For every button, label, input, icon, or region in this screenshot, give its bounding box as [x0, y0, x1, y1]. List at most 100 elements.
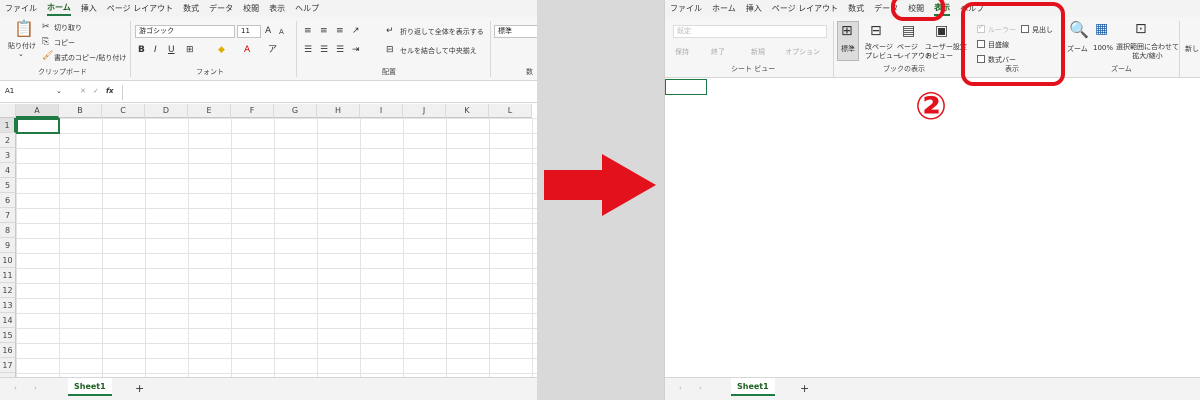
scroll-right-icon[interactable]: ›: [34, 384, 37, 392]
wrap-text-button[interactable]: 折り返して全体を表示する: [400, 27, 484, 37]
chevron-down-icon[interactable]: ⌄: [56, 87, 62, 95]
tab-view[interactable]: 表示: [269, 3, 285, 14]
row-header[interactable]: 11: [0, 268, 16, 283]
tab-formulas[interactable]: 数式: [183, 3, 199, 14]
row-header[interactable]: 9: [0, 238, 16, 253]
column-header[interactable]: J: [403, 104, 446, 118]
zoom-icon[interactable]: 🔍: [1069, 22, 1089, 38]
align-right-icon[interactable]: ☰: [336, 45, 344, 55]
row-header[interactable]: 13: [0, 298, 16, 313]
insert-function-button[interactable]: fx: [106, 87, 114, 95]
cell-area[interactable]: [16, 118, 537, 377]
font-grow-icon[interactable]: A: [265, 26, 271, 36]
zoom-to-selection-button[interactable]: 選択範囲に合わせて 拡大/縮小: [1116, 43, 1179, 61]
column-header[interactable]: G: [274, 104, 317, 118]
name-box[interactable]: A1: [2, 86, 64, 99]
tab-review[interactable]: 校閲: [243, 3, 259, 14]
font-shrink-icon[interactable]: A: [279, 27, 284, 37]
orientation-icon[interactable]: ↗: [352, 26, 360, 36]
add-sheet-button[interactable]: +: [800, 382, 809, 395]
paste-dropdown-icon[interactable]: ⌄: [18, 50, 24, 58]
cut-icon[interactable]: ✂: [42, 22, 50, 32]
fill-color-icon[interactable]: ◆: [218, 45, 225, 55]
sheet-view-options-button[interactable]: オプション: [785, 47, 820, 57]
tab-data[interactable]: データ: [209, 3, 233, 14]
row-header[interactable]: 12: [0, 283, 16, 298]
row-header[interactable]: 10: [0, 253, 16, 268]
worksheet-grid[interactable]: ABCDEFGHIJKL 123456789101112131415161718: [0, 104, 537, 377]
row-header[interactable]: 4: [0, 163, 16, 178]
sheet-view-select[interactable]: 既定: [673, 25, 827, 38]
active-cell-a1[interactable]: [16, 118, 60, 134]
add-sheet-button[interactable]: +: [135, 382, 144, 395]
sheet-view-exit-button[interactable]: 終了: [711, 47, 725, 57]
page-layout-icon[interactable]: ▤: [902, 24, 915, 38]
row-header[interactable]: 15: [0, 328, 16, 343]
align-bottom-icon[interactable]: ≡: [336, 26, 344, 36]
column-header[interactable]: B: [59, 104, 102, 118]
row-header[interactable]: 1: [0, 118, 16, 133]
tab-file[interactable]: ファイル: [670, 3, 702, 14]
row-header[interactable]: 2: [0, 133, 16, 148]
formula-input[interactable]: [124, 86, 537, 100]
phonetic-icon[interactable]: ア: [268, 45, 277, 55]
tab-page-layout[interactable]: ページ レイアウト: [107, 3, 173, 14]
column-header[interactable]: I: [360, 104, 403, 118]
tab-home[interactable]: ホーム: [712, 3, 736, 14]
custom-view-icon[interactable]: ▣: [935, 24, 948, 38]
paste-icon[interactable]: 📋: [14, 21, 34, 37]
scroll-right-icon[interactable]: ›: [699, 384, 702, 392]
column-header[interactable]: L: [489, 104, 532, 118]
scroll-left-icon[interactable]: ‹: [14, 384, 17, 392]
border-icon[interactable]: ⊞: [186, 45, 194, 55]
cancel-icon[interactable]: ✕: [80, 87, 86, 95]
row-header[interactable]: 16: [0, 343, 16, 358]
tab-insert[interactable]: 挿入: [746, 3, 762, 14]
underline-icon[interactable]: U: [168, 45, 175, 55]
column-header[interactable]: H: [317, 104, 360, 118]
wrap-text-icon[interactable]: ↵: [386, 26, 394, 36]
sheet-tab-sheet1[interactable]: Sheet1: [731, 378, 775, 396]
row-header[interactable]: 6: [0, 193, 16, 208]
copy-icon[interactable]: ⎘: [42, 37, 49, 47]
bold-icon[interactable]: B: [138, 45, 145, 55]
column-header[interactable]: F: [231, 104, 274, 118]
zoom-button[interactable]: ズーム: [1067, 44, 1088, 54]
sheet-view-keep-button[interactable]: 保持: [675, 47, 689, 57]
row-header[interactable]: 14: [0, 313, 16, 328]
tab-help[interactable]: ヘルプ: [295, 3, 319, 14]
number-format-select[interactable]: 標準: [494, 25, 537, 38]
column-header[interactable]: A: [16, 104, 59, 118]
copy-button[interactable]: コピー: [54, 38, 75, 48]
font-color-icon[interactable]: A: [244, 45, 250, 55]
align-center-icon[interactable]: ☰: [320, 45, 328, 55]
column-header[interactable]: C: [102, 104, 145, 118]
sheet-tab-sheet1[interactable]: Sheet1: [68, 378, 112, 396]
row-header[interactable]: 5: [0, 178, 16, 193]
merge-center-button[interactable]: セルを結合して中央揃え: [400, 46, 477, 56]
sheet-view-new-button[interactable]: 新規: [751, 47, 765, 57]
italic-icon[interactable]: I: [154, 45, 157, 55]
indent-icon[interactable]: ⇥: [352, 45, 360, 55]
select-all-corner[interactable]: [0, 104, 16, 118]
tab-file[interactable]: ファイル: [5, 3, 37, 14]
column-header[interactable]: K: [446, 104, 489, 118]
column-header[interactable]: E: [188, 104, 231, 118]
align-middle-icon[interactable]: ≡: [320, 26, 328, 36]
new-window-button[interactable]: 新し: [1185, 44, 1199, 54]
format-painter-icon[interactable]: 🖌: [42, 51, 53, 61]
page-break-icon[interactable]: ⊟: [870, 24, 882, 38]
tab-formulas[interactable]: 数式: [848, 3, 864, 14]
font-name-select[interactable]: 游ゴシック: [135, 25, 235, 38]
column-header[interactable]: D: [145, 104, 188, 118]
merge-icon[interactable]: ⊟: [386, 45, 394, 55]
zoom-100-button[interactable]: 100%: [1093, 44, 1113, 52]
tab-insert[interactable]: 挿入: [81, 3, 97, 14]
row-header[interactable]: 7: [0, 208, 16, 223]
row-header[interactable]: 17: [0, 358, 16, 373]
row-header[interactable]: 8: [0, 223, 16, 238]
enter-icon[interactable]: ✓: [93, 87, 99, 95]
active-cell[interactable]: [665, 79, 707, 95]
scroll-left-icon[interactable]: ‹: [679, 384, 682, 392]
tab-page-layout[interactable]: ページ レイアウト: [772, 3, 838, 14]
